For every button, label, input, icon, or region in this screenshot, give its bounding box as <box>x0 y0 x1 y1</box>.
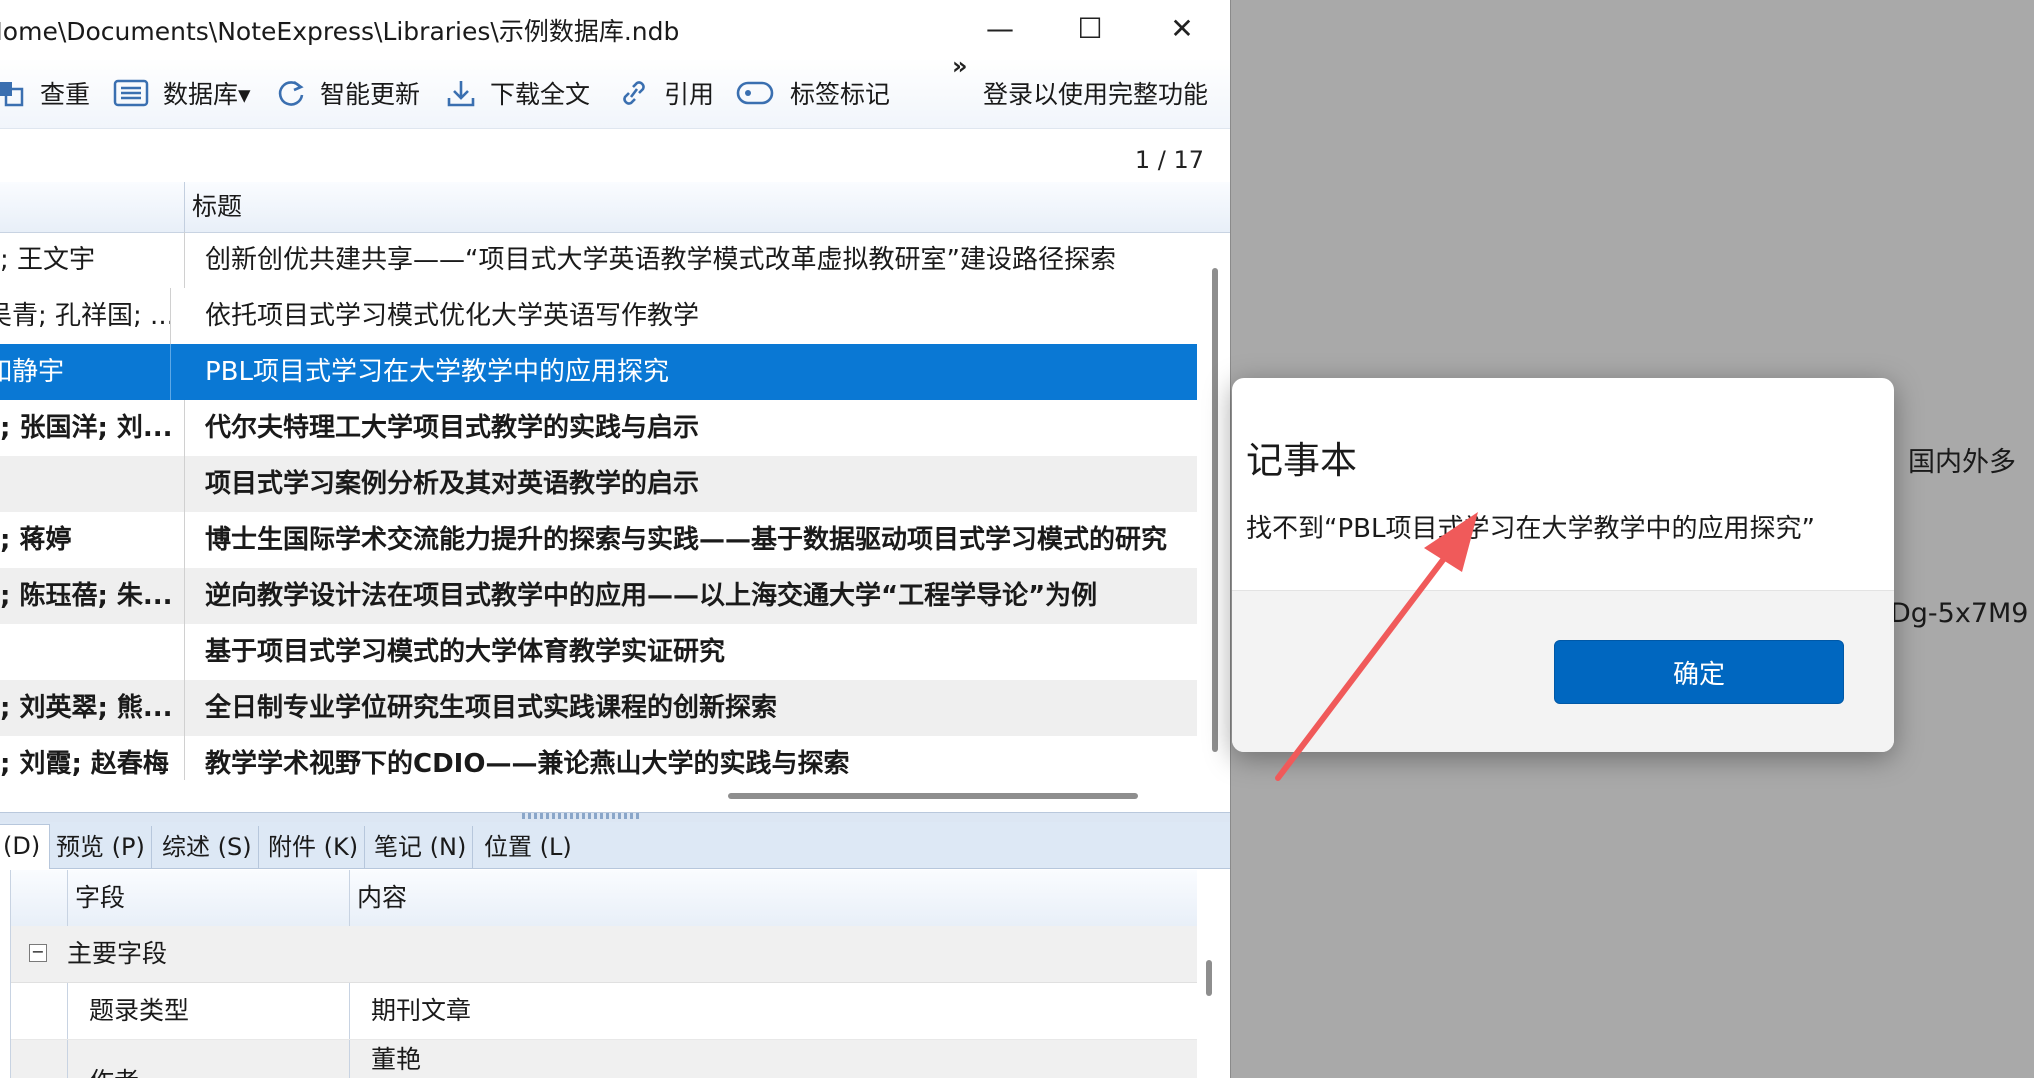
field-value: 董艳 <box>371 1045 422 1074</box>
collapse-icon[interactable]: − <box>29 944 47 962</box>
row-author <box>0 456 185 512</box>
row-author: 吴青; 孔祥国; ... <box>0 288 171 344</box>
page-indicator: 1 / 17 <box>1134 146 1204 174</box>
refresh-icon <box>278 80 304 106</box>
dialog-message: 找不到“PBL项目式学习在大学教学中的应用探究” <box>1246 514 1815 544</box>
toolbar-label-database: 数据库▾ <box>163 80 251 109</box>
toolbar-label-tag: 标签标记 <box>790 80 891 109</box>
row-title: 项目式学习案例分析及其对英语教学的启示 <box>205 469 700 499</box>
duplicate-icon <box>0 82 24 107</box>
field-name: 作者 <box>89 1062 139 1078</box>
close-button[interactable]: ✕ <box>1140 0 1224 56</box>
table-row[interactable]: ; 王文宇 创新创优共建共享——“项目式大学英语教学模式改革虚拟教研室”建设路径… <box>0 232 1197 288</box>
column-header-field[interactable]: 字段 <box>75 870 125 926</box>
notepad-dialog: 记事本 找不到“PBL项目式学习在大学教学中的应用探究” 确定 <box>1232 378 1894 752</box>
download-icon <box>447 81 475 107</box>
reference-list: ; 王文宇 创新创优共建共享——“项目式大学英语教学模式改革虚拟教研室”建设路径… <box>0 232 1197 780</box>
close-icon: ✕ <box>1170 11 1194 45</box>
database-icon <box>113 79 149 107</box>
row-title: 基于项目式学习模式的大学体育教学实证研究 <box>205 637 726 667</box>
field-grid: 字段 内容 − 主要字段 题录类型 期刊文章 作者 董艳 <box>10 870 1229 1078</box>
toolbar: 查重 数据库▾ 智能更新 下载全文 引用 标签标记 登录以使用完整功能 <box>0 58 1230 129</box>
smart-update-button[interactable]: 智能更新 <box>276 58 420 128</box>
row-title: 代尔夫特理工大学项目式教学的实践与启示 <box>205 413 700 443</box>
table-row[interactable]: ; 陈珏蓓; 朱... 逆向教学设计法在项目式教学中的应用——以上海交通大学“工… <box>0 568 1197 624</box>
field-name: 题录类型 <box>89 996 190 1025</box>
list-horizontal-scrollbar[interactable] <box>728 793 1138 799</box>
tab-details[interactable]: (D) <box>0 824 50 869</box>
field-value: 期刊文章 <box>371 996 472 1025</box>
download-fulltext-button[interactable]: 下载全文 <box>446 58 590 128</box>
dedupe-button[interactable]: 查重 <box>0 58 90 128</box>
row-title: 教学学术视野下的CDIO——兼论燕山大学的实践与探索 <box>205 749 850 779</box>
login-link[interactable]: 登录以使用完整功能 <box>983 58 1208 128</box>
table-row[interactable]: ; 刘霞; 赵春梅 教学学术视野下的CDIO——兼论燕山大学的实践与探索 <box>0 736 1197 780</box>
row-title: 逆向教学设计法在项目式教学中的应用——以上海交通大学“工程学导论”为例 <box>205 581 1098 611</box>
column-header-title[interactable]: 标题 <box>192 182 242 232</box>
cite-button[interactable]: 引用 <box>618 58 714 128</box>
minimize-icon: — <box>986 11 1014 45</box>
field-row[interactable]: 作者 董艳 <box>11 1040 1197 1078</box>
row-title: 全日制专业学位研究生项目式实践课程的创新探索 <box>205 693 778 723</box>
row-author: ; 陈珏蓓; 朱... <box>0 568 185 624</box>
table-row[interactable]: ; 刘英翠; 熊... 全日制专业学位研究生项目式实践课程的创新探索 <box>0 680 1197 736</box>
database-button[interactable]: 数据库▾ <box>113 58 251 128</box>
dialog-title: 记事本 <box>1246 439 1357 482</box>
row-title: 创新创优共建共享——“项目式大学英语教学模式改革虚拟教研室”建设路径探索 <box>205 245 1116 275</box>
table-row[interactable]: 吴青; 孔祥国; ... 依托项目式学习模式优化大学英语写作教学 <box>0 288 1197 344</box>
table-row-selected[interactable]: 如静宇 PBL项目式学习在大学教学中的应用探究 <box>0 344 1197 400</box>
row-author: ; 刘英翠; 熊... <box>0 680 185 736</box>
splitter-grip[interactable] <box>522 813 640 819</box>
field-group-label: 主要字段 <box>67 939 168 968</box>
tag-mark-button[interactable]: 标签标记 <box>736 58 890 128</box>
minimize-button[interactable]: — <box>958 0 1042 56</box>
ok-button[interactable]: 确定 <box>1554 640 1844 704</box>
toolbar-overflow-button[interactable]: » <box>952 52 968 80</box>
tab-summary[interactable]: 综述 (S) <box>156 826 259 868</box>
noteexpress-window: Home\Documents\NoteExpress\Libraries\示例数… <box>0 0 1231 1078</box>
row-author: 如静宇 <box>0 344 171 400</box>
background-text-2: Dg-5x7M9 <box>1890 598 2029 629</box>
window-title: Home\Documents\NoteExpress\Libraries\示例数… <box>0 17 680 46</box>
tag-icon <box>736 81 774 105</box>
table-row[interactable]: ; 张国洋; 刘... 代尔夫特理工大学项目式教学的实践与启示 <box>0 400 1197 456</box>
table-row[interactable]: 基于项目式学习模式的大学体育教学实证研究 <box>0 624 1197 680</box>
link-icon <box>623 81 645 105</box>
background-text-1: 国内外多 <box>1908 447 2016 478</box>
maximize-icon: ☐ <box>1077 11 1103 45</box>
column-header-content[interactable]: 内容 <box>357 870 407 926</box>
list-vertical-scrollbar[interactable] <box>1212 268 1218 752</box>
row-title: PBL项目式学习在大学教学中的应用探究 <box>205 357 670 387</box>
row-title: 博士生国际学术交流能力提升的探索与实践——基于数据驱动项目式学习模式的研究 <box>205 525 1168 555</box>
toolbar-label-download: 下载全文 <box>490 80 591 109</box>
table-row[interactable]: 项目式学习案例分析及其对英语教学的启示 <box>0 456 1197 512</box>
row-author: ; 王文宇 <box>0 232 185 288</box>
tab-preview[interactable]: 预览 (P) <box>50 826 152 868</box>
tab-location[interactable]: 位置 (L) <box>478 826 578 868</box>
detail-tabs: (D) 预览 (P) 综述 (S) 附件 (K) 笔记 (N) 位置 (L) <box>0 822 1230 869</box>
row-author: ; 蒋婷 <box>0 512 185 568</box>
tab-attachments[interactable]: 附件 (K) <box>262 826 366 868</box>
tab-notes[interactable]: 笔记 (N) <box>368 826 474 868</box>
row-title: 依托项目式学习模式优化大学英语写作教学 <box>205 301 700 331</box>
title-bar: Home\Documents\NoteExpress\Libraries\示例数… <box>0 0 1230 56</box>
table-row[interactable]: ; 蒋婷 博士生国际学术交流能力提升的探索与实践——基于数据驱动项目式学习模式的… <box>0 512 1197 568</box>
field-row[interactable]: 题录类型 期刊文章 <box>11 983 1197 1040</box>
toolbar-label-dedupe: 查重 <box>40 80 91 109</box>
row-author: ; 张国洋; 刘... <box>0 400 185 456</box>
row-author: ; 刘霞; 赵春梅 <box>0 736 185 780</box>
row-author <box>0 624 185 680</box>
field-group-row[interactable]: − 主要字段 <box>11 926 1197 983</box>
toolbar-label-cite: 引用 <box>664 80 715 109</box>
toolbar-label-smart-update: 智能更新 <box>320 80 421 109</box>
maximize-button[interactable]: ☐ <box>1048 0 1132 56</box>
list-header: 标题 <box>0 182 1230 233</box>
field-grid-header: 字段 内容 <box>11 870 1197 927</box>
field-grid-scrollbar[interactable] <box>1206 960 1212 996</box>
